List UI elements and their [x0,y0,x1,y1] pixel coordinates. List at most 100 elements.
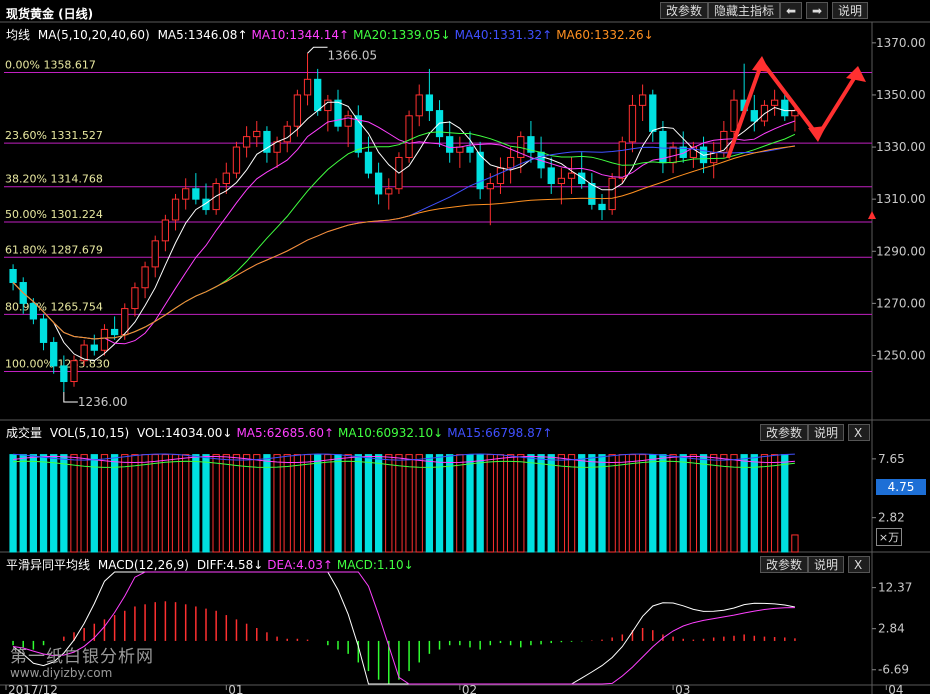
price-tick-label: 1350.00 [876,88,926,102]
candle-body [50,341,58,367]
volume-bar [232,454,241,553]
volume-unit-label: ×万 [876,528,902,546]
volume-bar [598,454,606,553]
volume-bar [253,454,261,553]
volume-bar [557,454,566,553]
fib-level-label: 100.00% 1243.830 [5,358,110,371]
volume-current-badge: 4.75 [876,479,926,495]
candle-body [364,151,373,174]
volume-ma-line [13,453,795,461]
watermark-title: 第一纸白银分析网 [10,647,154,667]
ma60-line [12,145,795,340]
macd-line [12,571,795,685]
volume-bar [212,454,220,553]
volume-bar [547,454,555,553]
candle-body [303,78,312,96]
date-tick-label: 01 [228,683,243,694]
volume-close-button[interactable]: X [848,424,870,441]
ma20-line [12,131,796,340]
ma-params: MA(5,10,20,40,60) [37,28,150,42]
candle-body [618,141,626,179]
candle-body [242,136,251,148]
candle-body [415,94,423,117]
volume-bar [161,454,170,553]
candle-body [638,94,647,106]
volume-bar [364,454,373,553]
volume-bar [659,454,667,553]
candle-body [628,104,637,143]
high-label: 1366.05 [328,48,378,62]
volume-change-params-button[interactable]: 改参数 [760,424,809,441]
fib-level-label: 23.60% 1331.527 [5,129,103,142]
volume-bar [242,454,251,553]
help-button[interactable]: 说明 [832,2,869,19]
date-tick-label: 03 [675,683,690,694]
volume-bar [100,454,109,553]
volume-bar [171,454,180,553]
macd-change-params-button[interactable]: 改参数 [760,556,809,573]
low-label: 1236.00 [78,395,128,409]
price-tick-label: 1290.00 [876,244,926,258]
main-indicator-header: 均线 MA(5,10,20,40,60) MA5:1346.08↑ MA10:13… [6,26,930,46]
candle-body [131,287,139,310]
volume-bar [415,454,423,553]
candle-body [506,156,515,169]
volume-bar [466,454,474,553]
volume-bar [192,454,200,553]
volume-bar [202,454,210,553]
volume-label: 成交量 [6,426,43,440]
volume-bar [446,454,454,553]
candle-body [405,115,413,158]
projection-arrow-head [752,56,770,72]
candle-body [314,78,322,112]
candle-body [293,94,302,127]
macd-tick-label: 2.84 [878,622,905,636]
volume-bar [770,454,779,553]
volume-bar [70,454,78,553]
volume-bar [608,454,616,553]
candle-body [374,172,383,195]
macd-help-button[interactable]: 说明 [808,556,845,573]
scroll-left-button[interactable]: ⬅ [780,2,802,19]
macd-close-button[interactable]: X [848,556,870,573]
volume-bar [9,454,17,553]
candle-body [557,177,566,185]
volume-bar [324,454,332,553]
candle-body [253,130,261,138]
candle-body [334,99,342,127]
volume-tick-label: 7.65 [878,452,905,466]
volume-bar [121,454,129,553]
volume-bar [293,454,302,553]
ma-item: MA60:1332.26↓ [556,28,654,42]
price-tick-label: 1250.00 [876,348,926,362]
scroll-right-button[interactable]: ➡ [806,2,828,19]
hide-main-indicator-button[interactable]: 隐藏主指标 [708,2,781,19]
volume-bar [141,454,149,553]
volume-bar [222,454,230,553]
volume-bar [60,454,68,553]
candle-body [385,188,393,195]
volume-bar [131,454,139,553]
volume-bar [425,454,434,553]
volume-bar [638,454,647,553]
volume-bar [720,454,728,553]
candle-body [720,130,728,153]
volume-bar [791,534,799,553]
price-tick-label: 1310.00 [876,192,926,206]
main-indicator-label: 均线 [6,28,31,42]
change-params-button[interactable]: 改参数 [660,2,709,19]
volume-bar [273,454,281,553]
candle-body [141,266,149,289]
volume-bar [395,454,403,553]
ma40-line [12,145,795,340]
volume-help-button[interactable]: 说明 [808,424,845,441]
macd-params: MACD(12,26,9) [97,558,189,572]
candle-body [110,328,119,336]
vol-item: VOL:14034.00↓ [136,426,233,440]
volume-bar [334,454,342,553]
volume-bar [303,454,312,553]
volume-bar [374,454,383,553]
volume-bar [781,454,789,553]
candle-body [567,172,576,179]
macd-tick-label: 12.37 [878,581,912,595]
